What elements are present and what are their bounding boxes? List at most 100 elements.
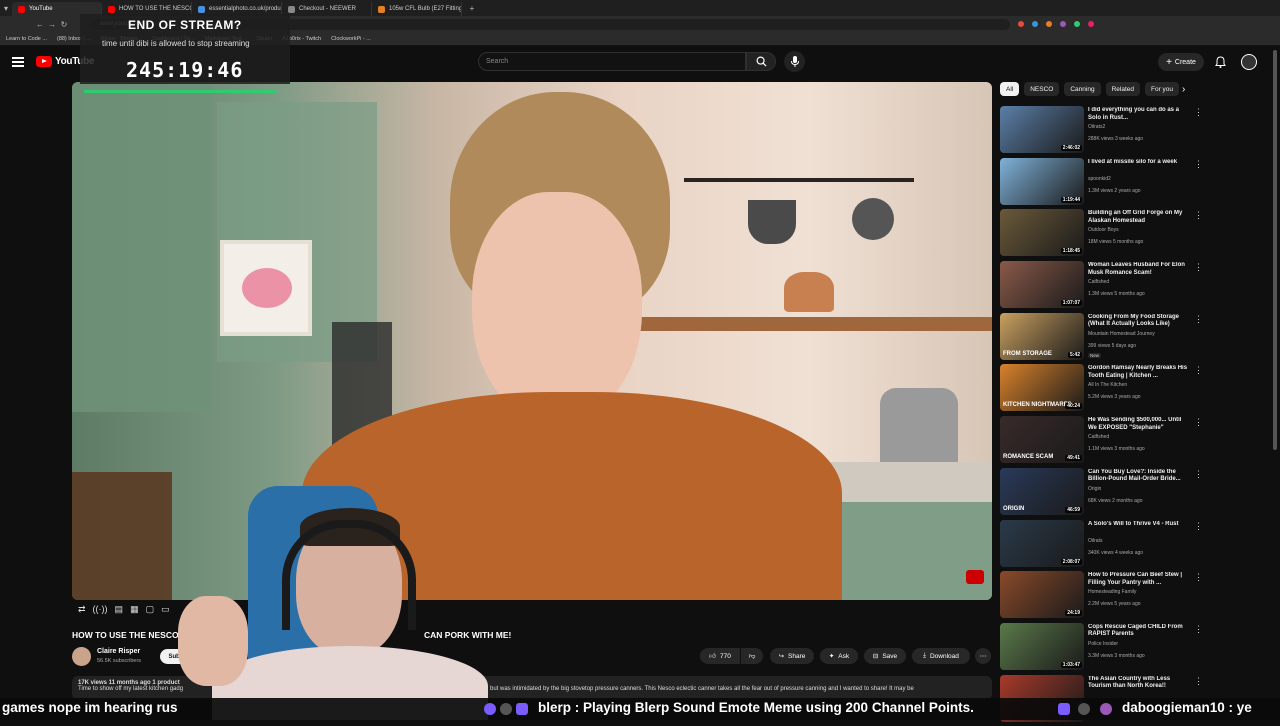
browser-tab[interactable]: Checkout - NEEWER — [282, 2, 372, 16]
recommendation-item[interactable]: 1:18:45 Building an Off Grid Forge on My … — [1000, 209, 1205, 261]
voice-search-button[interactable] — [784, 51, 805, 72]
chip-related[interactable]: Related — [1105, 82, 1140, 96]
back-icon[interactable]: ← — [34, 20, 46, 29]
channel-avatar[interactable] — [72, 647, 91, 666]
recommendation-channel[interactable]: Catfished — [1088, 279, 1109, 285]
audio-icon[interactable]: ((·)) — [93, 604, 108, 615]
more-options-icon[interactable]: ⋮ — [1194, 262, 1203, 273]
recommendation-title[interactable]: The Asian Country with Less Tourism than… — [1088, 676, 1192, 691]
chip-all[interactable]: All — [1000, 82, 1020, 96]
hamburger-menu-icon[interactable] — [12, 57, 24, 67]
chip-nesco[interactable]: NESCO — [1024, 82, 1060, 96]
account-avatar[interactable] — [1241, 54, 1257, 70]
recommendation-item[interactable]: 1:19:44 I lived at missile silo for a wee… — [1000, 157, 1205, 210]
bookmark-item[interactable]: Learn to Code ... — [6, 36, 47, 42]
video-thumbnail[interactable]: 2:08:07 — [1000, 519, 1084, 567]
more-options-icon[interactable]: ⋮ — [1194, 417, 1203, 428]
like-button[interactable]: 👍︎ 770 — [700, 648, 740, 664]
extension-icon[interactable] — [1060, 21, 1066, 27]
recommendation-item[interactable]: 1:07:07 Woman Leaves Husband For Elon Mus… — [1000, 261, 1205, 313]
create-button[interactable]: + Create — [1158, 53, 1204, 71]
recommendation-title[interactable]: A Solo's Will to Thrive V4 - Rust — [1088, 521, 1192, 529]
forward-icon[interactable]: → — [46, 20, 58, 29]
miniplayer-icon[interactable]: ▢ — [146, 604, 155, 615]
video-thumbnail[interactable]: 1:19:44 — [1000, 157, 1084, 205]
new-tab-button[interactable]: + — [466, 4, 478, 13]
save-button[interactable]: ⊟ Save — [864, 648, 906, 664]
recommendation-channel[interactable]: Police Insider — [1088, 641, 1118, 647]
captions-icon[interactable]: ▤ — [115, 604, 124, 615]
recommendation-item[interactable]: 2:46:02 I did everything you can do as a … — [1000, 106, 1205, 158]
video-thumbnail[interactable]: ORIGIN 46:59 — [1000, 467, 1084, 515]
chip-for-you[interactable]: For you — [1144, 82, 1180, 96]
recommendation-title[interactable]: Building an Off Grid Forge on My Alaskan… — [1088, 210, 1192, 225]
video-thumbnail[interactable]: 2:46:02 — [1000, 106, 1084, 153]
more-options-icon[interactable]: ⋮ — [1194, 572, 1203, 583]
video-thumbnail[interactable]: 1:18:45 — [1000, 209, 1084, 257]
recommendation-channel[interactable]: Homesteading Family — [1088, 589, 1136, 595]
recommendation-title[interactable]: Cops Rescue Caged CHILD From RAPIST Pare… — [1088, 624, 1192, 639]
more-options-icon[interactable]: ⋮ — [1194, 365, 1203, 376]
theater-icon[interactable]: ▭ — [161, 604, 170, 615]
recommendation-title[interactable]: Cooking From My Food Storage (What It Ac… — [1088, 314, 1192, 329]
extension-icon[interactable] — [1046, 21, 1052, 27]
more-options-icon[interactable]: ⋮ — [1194, 521, 1203, 532]
more-options-icon[interactable]: ⋮ — [1194, 314, 1203, 325]
more-options-icon[interactable]: ⋮ — [1194, 159, 1203, 170]
more-options-icon[interactable]: ⋮ — [1194, 469, 1203, 480]
recommendation-channel[interactable]: Mountain Homestead Journey — [1088, 331, 1155, 337]
extension-icon[interactable] — [1018, 21, 1024, 27]
recommendation-title[interactable]: Can You Buy Love?: Inside the Billion-Po… — [1088, 469, 1192, 484]
recommendation-channel[interactable]: Oilrats — [1088, 538, 1102, 544]
recommendation-title[interactable]: Woman Leaves Husband For Elon Musk Roman… — [1088, 262, 1192, 277]
recommendation-title[interactable]: He Was Sending $500,000... Until We EXPO… — [1088, 417, 1192, 432]
recommendation-item[interactable]: KITCHEN NIGHTMARES 40:24 Gordon Ramsay Nea… — [1000, 364, 1205, 416]
recommendation-channel[interactable]: All In The Kitchen — [1088, 382, 1127, 388]
recommendation-title[interactable]: How to Pressure Can Beef Stew | Filling … — [1088, 572, 1192, 587]
channel-name[interactable]: Claire Risper — [97, 648, 140, 655]
recommendation-title[interactable]: Gordon Ramsay Nearly Breaks His Tooth Ea… — [1088, 365, 1192, 380]
video-thumbnail[interactable]: KITCHEN NIGHTMARES 40:24 — [1000, 364, 1084, 412]
search-input[interactable]: Search — [478, 52, 746, 71]
extension-icon[interactable] — [1088, 21, 1094, 27]
recommendation-item[interactable]: 24:19 How to Pressure Can Beef Stew | Fil… — [1000, 571, 1205, 623]
video-thumbnail[interactable]: 1:07:07 — [1000, 261, 1084, 309]
recommendation-item[interactable]: ROMANCE SCAM 49:41 He Was Sending $500,000… — [1000, 416, 1205, 468]
chevron-right-icon[interactable]: › — [1182, 84, 1185, 95]
recommendation-channel[interactable]: Catfished — [1088, 434, 1109, 440]
recommendation-title[interactable]: I did everything you can do as a Solo in… — [1088, 107, 1192, 122]
page-scrollbar[interactable] — [1273, 50, 1277, 450]
recommendation-title[interactable]: I lived at missile silo for a week — [1088, 159, 1192, 167]
recommendation-item[interactable]: FROM STORAGE 5:42 Cooking From My Food Sto… — [1000, 312, 1205, 365]
ask-button[interactable]: ✦ Ask — [820, 648, 858, 664]
extension-icon[interactable] — [1074, 21, 1080, 27]
share-button[interactable]: ↪ Share — [770, 648, 814, 664]
browser-tab[interactable]: 105w CFL Bulb (E27 Fitting) — [372, 2, 462, 16]
recommendation-channel[interactable]: Oilrats2 — [1088, 124, 1105, 130]
recommendation-channel[interactable]: Origin — [1088, 486, 1101, 492]
reload-icon[interactable]: ↻ — [58, 20, 70, 29]
download-button[interactable]: ⤓ Download — [912, 648, 970, 664]
settings-icon[interactable]: ▦ — [130, 604, 139, 615]
recommendation-item[interactable]: 1:03:47 Cops Rescue Caged CHILD From RAPI… — [1000, 622, 1205, 675]
more-options-icon[interactable]: ⋮ — [1194, 676, 1203, 687]
dislike-button[interactable]: 👎︎ — [741, 648, 763, 664]
video-thumbnail[interactable]: FROM STORAGE 5:42 — [1000, 312, 1084, 360]
notifications-button[interactable] — [1213, 55, 1227, 69]
more-options-icon[interactable]: ⋮ — [1194, 624, 1203, 635]
video-thumbnail[interactable]: 24:19 — [1000, 571, 1084, 619]
recommendation-item[interactable]: ORIGIN 46:59 Can You Buy Love?: Inside the… — [1000, 467, 1205, 520]
browser-menu-icon[interactable]: ▾ — [0, 4, 12, 13]
loop-icon[interactable]: ⇄ — [78, 604, 86, 615]
recommendation-item[interactable]: 2:08:07 A Solo's Will to Thrive V4 - Rust… — [1000, 519, 1205, 572]
bookmark-item[interactable]: ClockworkPi - ... — [331, 36, 371, 42]
search-button[interactable] — [746, 52, 776, 71]
recommendation-channel[interactable]: spoonkid2 — [1088, 176, 1111, 182]
more-actions-button[interactable]: ⋯ — [975, 648, 991, 664]
more-options-icon[interactable]: ⋮ — [1194, 107, 1203, 118]
chip-canning[interactable]: Canning — [1064, 82, 1101, 96]
video-thumbnail[interactable]: 1:03:47 — [1000, 622, 1084, 670]
recommendation-channel[interactable]: Outdoor Boys — [1088, 227, 1119, 233]
extension-icon[interactable] — [1032, 21, 1038, 27]
more-options-icon[interactable]: ⋮ — [1194, 210, 1203, 221]
